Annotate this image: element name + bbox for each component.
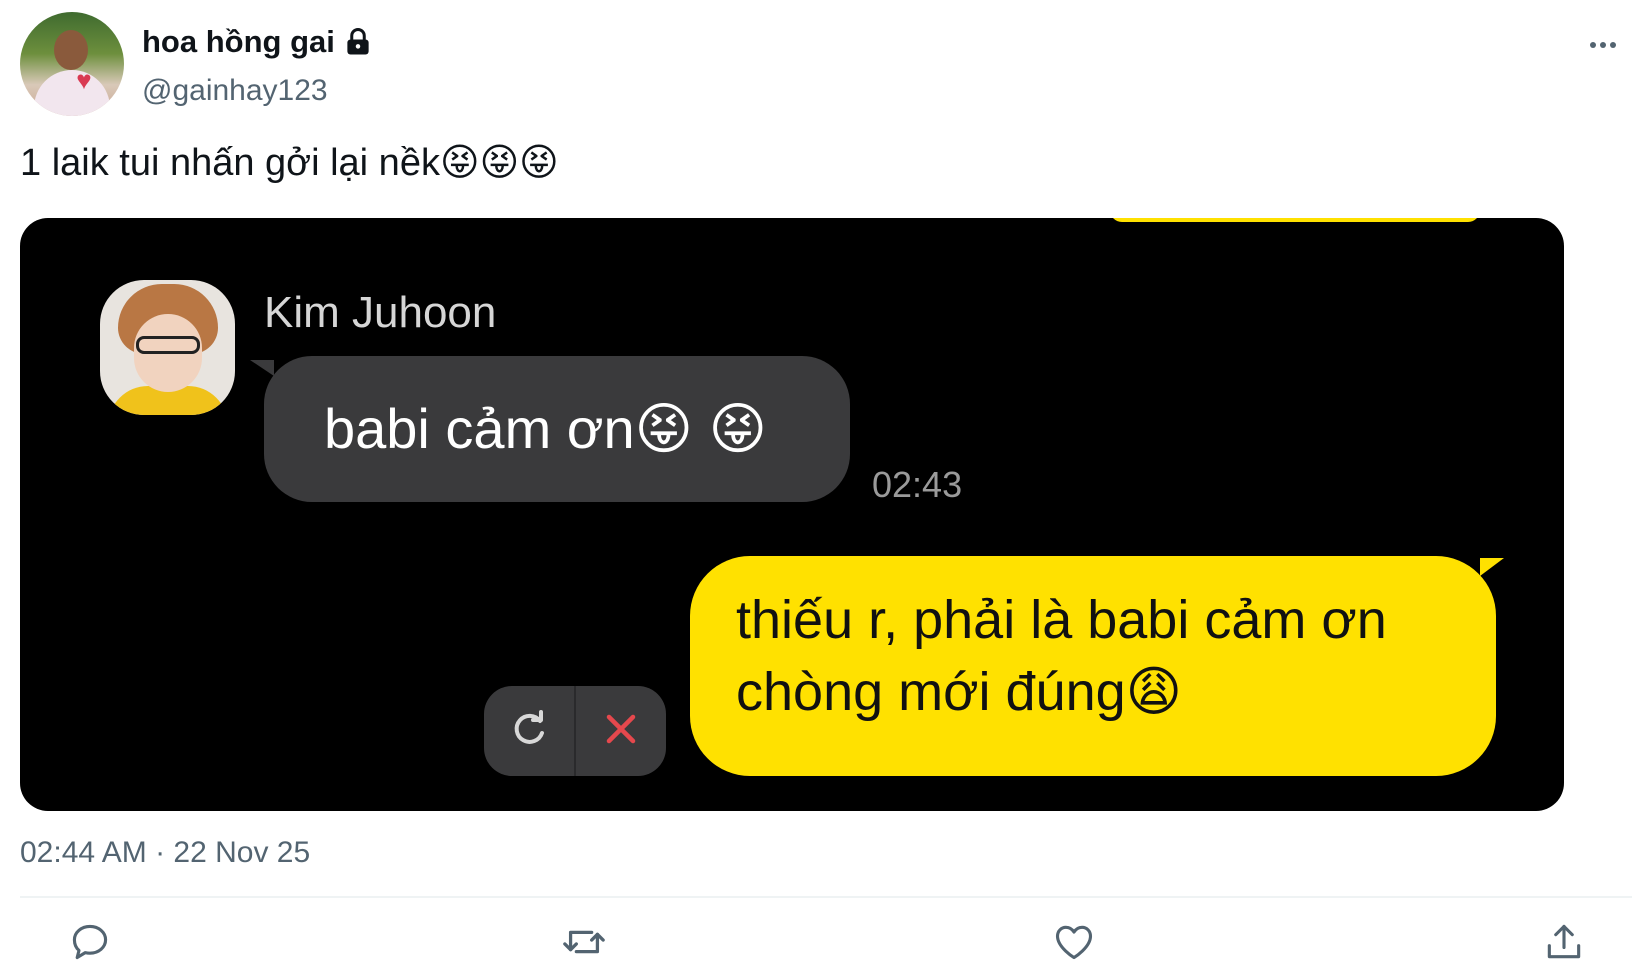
author-display-name-row[interactable]: hoa hồng gai (142, 24, 373, 60)
resend-button[interactable] (484, 686, 576, 776)
sent-message-text: thiếu r, phải là babi cảm ơn chòng mới đ… (736, 590, 1387, 722)
resend-icon (507, 707, 551, 756)
cancel-send-button[interactable] (576, 686, 666, 776)
close-icon (601, 709, 641, 754)
tweet-timestamp[interactable]: 02:44 AM · 22 Nov 25 (20, 836, 310, 870)
heart-icon (1052, 920, 1096, 969)
received-bubble-tail (250, 360, 274, 376)
tweet-text: 1 laik tui nhấn gởi lại nềk😝😝😝 (20, 142, 559, 184)
more-horizontal-icon[interactable] (1580, 30, 1626, 60)
chat-sender-avatar (100, 280, 235, 415)
author-avatar[interactable]: ♥ (20, 12, 124, 116)
share-icon (1542, 920, 1586, 969)
like-button[interactable] (1050, 920, 1098, 968)
heart-hands-icon: ♥ (76, 65, 92, 95)
received-message-time: 02:43 (872, 464, 963, 505)
previous-message-edge (1110, 218, 1480, 222)
author-handle[interactable]: @gainhay123 (142, 74, 328, 108)
failed-message-actions (484, 686, 666, 776)
reply-button[interactable] (66, 920, 114, 968)
retweet-icon (561, 919, 607, 970)
author-display-name[interactable]: hoa hồng gai (142, 24, 335, 60)
share-button[interactable] (1540, 920, 1588, 968)
chat-sender-name: Kim Juhoon (264, 288, 497, 337)
divider (20, 896, 1632, 898)
lock-icon (343, 27, 373, 57)
tweet-card: ♥ hoa hồng gai @gainhay123 1 laik tui nh… (0, 0, 1640, 980)
sent-bubble-tail (1480, 558, 1504, 576)
attached-image[interactable]: Kim Juhoon babi cảm ơn😝 😝 02:43 thiếu r,… (20, 218, 1564, 811)
retweet-button[interactable] (560, 920, 608, 968)
reply-icon (68, 920, 112, 969)
received-message-text: babi cảm ơn😝 😝 (324, 397, 767, 460)
